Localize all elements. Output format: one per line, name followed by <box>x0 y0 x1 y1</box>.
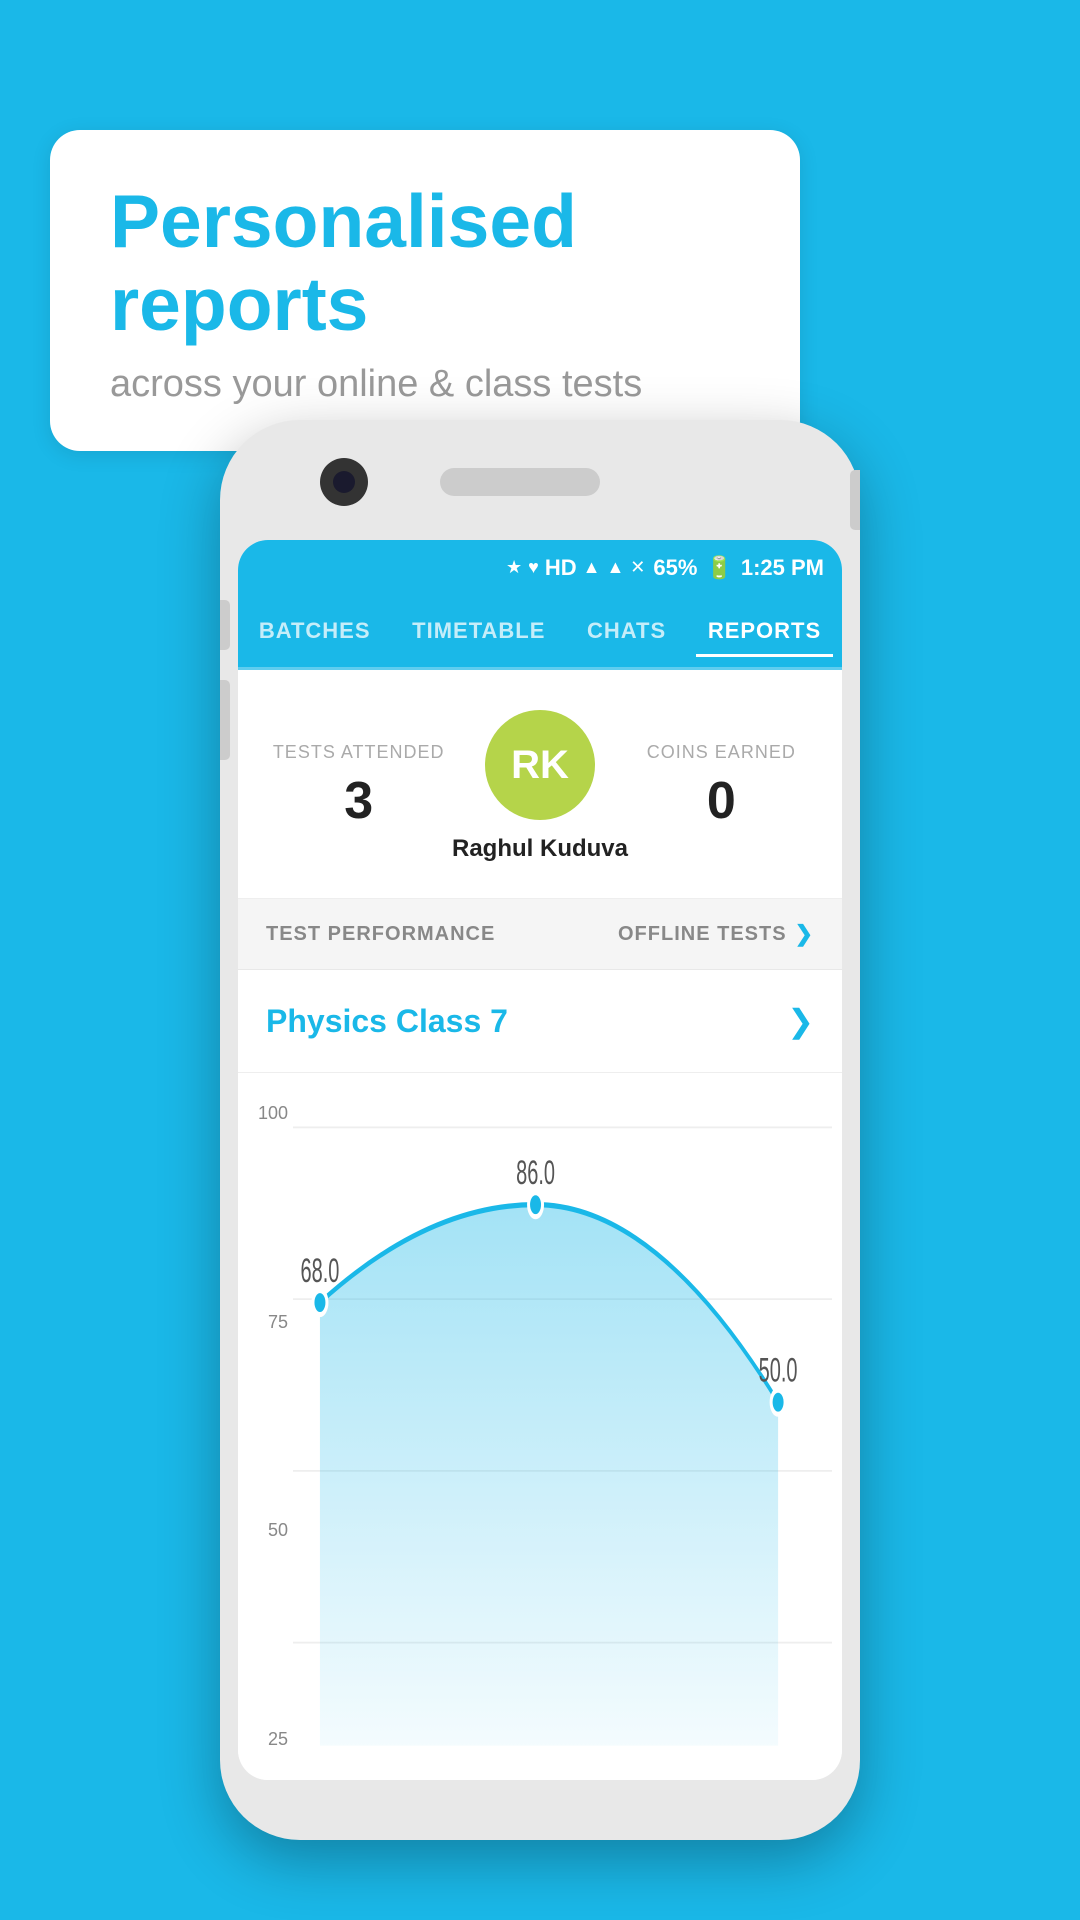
tab-reports[interactable]: REPORTS <box>696 610 833 652</box>
tests-attended-block: TESTS ATTENDED 3 <box>268 742 449 831</box>
chevron-down-icon: ❯ <box>795 921 814 947</box>
status-icons: ★ ♥ HD ▲ ▲ ✕ <box>506 555 645 581</box>
data-point-3 <box>771 1390 785 1414</box>
class-name: Physics Class 7 <box>266 1003 508 1040</box>
y-label-50: 50 <box>248 1520 288 1541</box>
class-chevron-icon: ❯ <box>787 1002 814 1040</box>
coins-earned-block: COINS EARNED 0 <box>631 742 812 831</box>
offline-tests-label: OFFLINE TESTS <box>618 923 787 946</box>
point-label-3: 50.0 <box>759 1351 798 1389</box>
point-label-1: 68.0 <box>301 1251 340 1289</box>
tests-attended-value: 3 <box>268 771 449 831</box>
tab-chats[interactable]: CHATS <box>575 610 678 652</box>
tests-attended-label: TESTS ATTENDED <box>268 742 449 763</box>
y-label-100: 100 <box>248 1103 288 1124</box>
coins-earned-value: 0 <box>631 771 812 831</box>
phone-camera <box>320 458 368 506</box>
tab-timetable[interactable]: TIMETABLE <box>400 610 557 652</box>
user-name: Raghul Kuduva <box>452 835 628 863</box>
avatar-block: RK Raghul Kuduva <box>449 710 630 863</box>
bubble-subtitle: across your online & class tests <box>110 363 740 406</box>
wifi-icon: ▲ <box>583 557 601 578</box>
status-bar: ★ ♥ HD ▲ ▲ ✕ 65% 🔋 1:25 PM <box>238 540 842 595</box>
chart-svg-container: 68.0 86.0 50.0 <box>293 1093 832 1780</box>
phone-speaker <box>440 468 600 496</box>
phone-home-button <box>850 470 860 530</box>
test-performance-label: TEST PERFORMANCE <box>266 923 495 946</box>
avatar: RK <box>485 710 595 820</box>
phone-vol-button-1 <box>220 600 230 650</box>
mute-icon: ✕ <box>630 557 645 578</box>
user-section: TESTS ATTENDED 3 RK Raghul Kuduva COINS … <box>238 670 842 899</box>
vibrate-icon: ♥ <box>528 557 539 578</box>
bluetooth-icon: ★ <box>506 557 522 578</box>
speech-bubble: Personalised reports across your online … <box>50 130 800 451</box>
nav-tabs: BATCHES TIMETABLE CHATS REPORTS <box>238 595 842 670</box>
battery-percent: 65% <box>653 555 697 581</box>
chart-area: 100 75 50 25 <box>238 1073 842 1780</box>
battery-icon: 🔋 <box>705 555 732 581</box>
line-chart: 68.0 86.0 50.0 <box>293 1093 832 1780</box>
phone-vol-button-2 <box>220 680 230 760</box>
y-label-75: 75 <box>248 1312 288 1333</box>
data-point-1 <box>313 1291 327 1315</box>
point-label-2: 86.0 <box>516 1153 555 1191</box>
offline-tests-dropdown[interactable]: OFFLINE TESTS ❯ <box>618 921 814 947</box>
clock: 1:25 PM <box>741 555 824 581</box>
coins-earned-label: COINS EARNED <box>631 742 812 763</box>
bubble-title: Personalised reports <box>110 180 740 345</box>
chart-inner: 100 75 50 25 <box>238 1093 842 1780</box>
y-axis-labels: 100 75 50 25 <box>248 1093 288 1780</box>
performance-header: TEST PERFORMANCE OFFLINE TESTS ❯ <box>238 899 842 970</box>
class-row[interactable]: Physics Class 7 ❯ <box>238 970 842 1073</box>
tab-batches[interactable]: BATCHES <box>247 610 383 652</box>
y-label-25: 25 <box>248 1729 288 1750</box>
avatar-initials: RK <box>511 743 569 788</box>
phone-screen: ★ ♥ HD ▲ ▲ ✕ 65% 🔋 1:25 PM BATCHES TIMET… <box>238 540 842 1780</box>
hd-label: HD <box>545 555 577 581</box>
phone-device: ★ ♥ HD ▲ ▲ ✕ 65% 🔋 1:25 PM BATCHES TIMET… <box>220 420 860 1840</box>
signal-icon: ▲ <box>606 557 624 578</box>
chart-fill <box>320 1205 778 1746</box>
data-point-2 <box>529 1193 543 1217</box>
